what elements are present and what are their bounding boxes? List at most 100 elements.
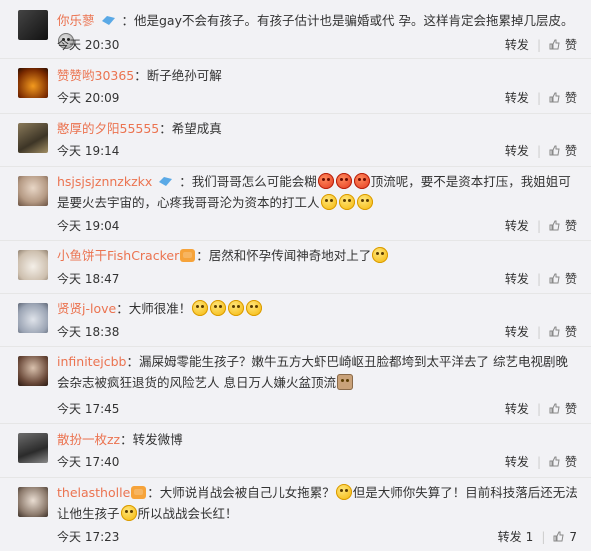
list-item: 小鱼饼干FishCracker ：居然和怀孕传闻神奇地对上了 今天 18:47 转… [0,241,591,294]
divider: | [536,324,541,339]
repost-button[interactable]: 转发 [505,323,529,340]
like-button[interactable]: 赞 [565,89,577,106]
username-link[interactable]: infinitejcbb [57,354,126,369]
laugh-emoji-icon [228,300,245,316]
timestamp: 今天 17:45 [57,402,120,416]
repost-button[interactable]: 转发 [505,270,529,287]
list-item: hsjsjsjznnzkzkx ：我们哥哥怎么可能会糊 顶流呢，要不是资本打压，我… [0,167,591,241]
member-badge-icon [180,249,196,262]
username-link[interactable]: 你乐蓼 [57,13,95,28]
comment-actions: 转发 | 赞 [505,270,577,287]
username-link[interactable]: 赞赞哟30365 [57,68,134,83]
username-link[interactable]: hsjsjsjznnzkzkx [57,174,152,189]
username-link[interactable]: thelastholle [57,485,130,500]
comment-list: 你乐蓼 ：他是gay不会有孩子。有孩子估计也是骗婚或代 孕。这样肯定会拖累掉几层… [0,0,591,551]
vip-icon [159,177,173,186]
repost-button[interactable]: 转发 [498,528,522,545]
timestamp: 今天 20:30 [57,38,120,52]
repost-button[interactable]: 转发 [505,453,529,470]
avatar[interactable] [18,250,48,280]
avatar[interactable] [18,356,48,386]
thumb-up-icon[interactable] [549,273,560,284]
avatar[interactable] [18,487,48,517]
laugh-emoji-icon [246,300,263,316]
timestamp: 今天 19:14 [57,144,120,158]
avatar[interactable] [18,123,48,153]
divider: | [541,529,546,544]
repost-button[interactable]: 转发 [505,217,529,234]
member-badge-icon [131,486,147,499]
sad-emoji-icon [356,194,373,210]
avatar[interactable] [18,303,48,333]
angry-emoji-icon [317,173,334,189]
comment-actions: 转发 | 赞 [505,323,577,340]
repost-button[interactable]: 转发 [505,89,529,106]
repost-button[interactable]: 转发 [505,36,529,53]
comment-text: ：转发微博 [120,432,183,447]
divider: | [536,90,541,105]
divider: | [536,143,541,158]
list-item: 赞赞哟30365：断子绝孙可解 今天 20:09 转发 | 赞 [0,59,591,114]
vip-icon [101,16,115,25]
thumb-up-icon[interactable] [553,531,564,542]
list-item: 憨厚的夕阳55555：希望成真 今天 19:14 转发 | 赞 [0,114,591,167]
thumb-up-icon[interactable] [549,326,560,337]
list-item: 散扮一枚zz：转发微博 今天 17:40 转发 | 赞 [0,424,591,478]
username-link[interactable]: 小鱼饼干FishCracker [57,248,179,263]
like-button[interactable]: 赞 [565,453,577,470]
sad-emoji-icon [320,194,337,210]
comment-text: ：居然和怀孕传闻神奇地对上了 [196,248,372,263]
repost-count: 1 [525,529,534,544]
avatar[interactable] [18,433,48,463]
avatar[interactable] [18,176,48,206]
like-button[interactable]: 赞 [565,270,577,287]
divider: | [536,218,541,233]
avatar[interactable] [18,10,48,40]
comment-actions: 转发 | 赞 [505,89,577,106]
timestamp: 今天 18:47 [57,272,120,286]
divider: | [536,401,541,416]
angry-emoji-icon [353,173,370,189]
comment-text-end: 所以战战会长红！ [137,506,238,521]
comment-actions: 转发 | 赞 [505,453,577,470]
username-link[interactable]: 贤贤j-love [57,301,116,316]
timestamp: 今天 19:04 [57,219,120,233]
like-count[interactable]: 7 [569,530,577,544]
comment-text: ：大师说肖战会被自己儿女拖累？ [147,485,335,500]
comment-actions: 转发 1 | 7 [498,528,577,545]
like-button[interactable]: 赞 [565,36,577,53]
laugh-emoji-icon [192,300,209,316]
timestamp: 今天 17:40 [57,455,120,469]
angry-emoji-icon [335,173,352,189]
comment-actions: 转发 | 赞 [505,400,577,417]
repost-button[interactable]: 转发 [505,400,529,417]
laugh-emoji-icon [210,300,227,316]
sad-emoji-icon [338,194,355,210]
comment-actions: 转发 | 赞 [505,217,577,234]
thumb-up-icon[interactable] [549,456,560,467]
thumb-up-icon[interactable] [549,220,560,231]
thumb-up-icon[interactable] [549,92,560,103]
list-item: infinitejcbb：漏屎姆零能生孩子？嫩牛五方大虾巴崎岖丑脸都垮到太平洋去… [0,347,591,424]
list-item: 你乐蓼 ：他是gay不会有孩子。有孩子估计也是骗婚或代 孕。这样肯定会拖累掉几层… [0,0,591,59]
timestamp: 今天 17:23 [57,530,120,544]
timestamp: 今天 18:38 [57,325,120,339]
username-link[interactable]: 憨厚的夕阳55555 [57,121,159,136]
like-button[interactable]: 赞 [565,400,577,417]
like-button[interactable]: 赞 [565,323,577,340]
divider: | [536,271,541,286]
repost-button[interactable]: 转发 [505,142,529,159]
comment-text: ：希望成真 [159,121,222,136]
thumb-up-icon[interactable] [549,145,560,156]
like-button[interactable]: 赞 [565,217,577,234]
avatar[interactable] [18,68,48,98]
sweat-emoji-icon [372,247,389,263]
list-item: thelastholle ：大师说肖战会被自己儿女拖累？ 但是大师你失算了！目前科技… [0,478,591,551]
comment-text: ：他是gay不会有孩子。有孩子估计也是骗婚或代 孕。这样肯定会拖累掉几层皮。 [121,13,574,28]
thumb-up-icon[interactable] [549,39,560,50]
divider: | [536,37,541,52]
username-link[interactable]: 散扮一枚zz [57,432,120,447]
like-button[interactable]: 赞 [565,142,577,159]
thumb-up-icon[interactable] [549,403,560,414]
divider: | [536,454,541,469]
